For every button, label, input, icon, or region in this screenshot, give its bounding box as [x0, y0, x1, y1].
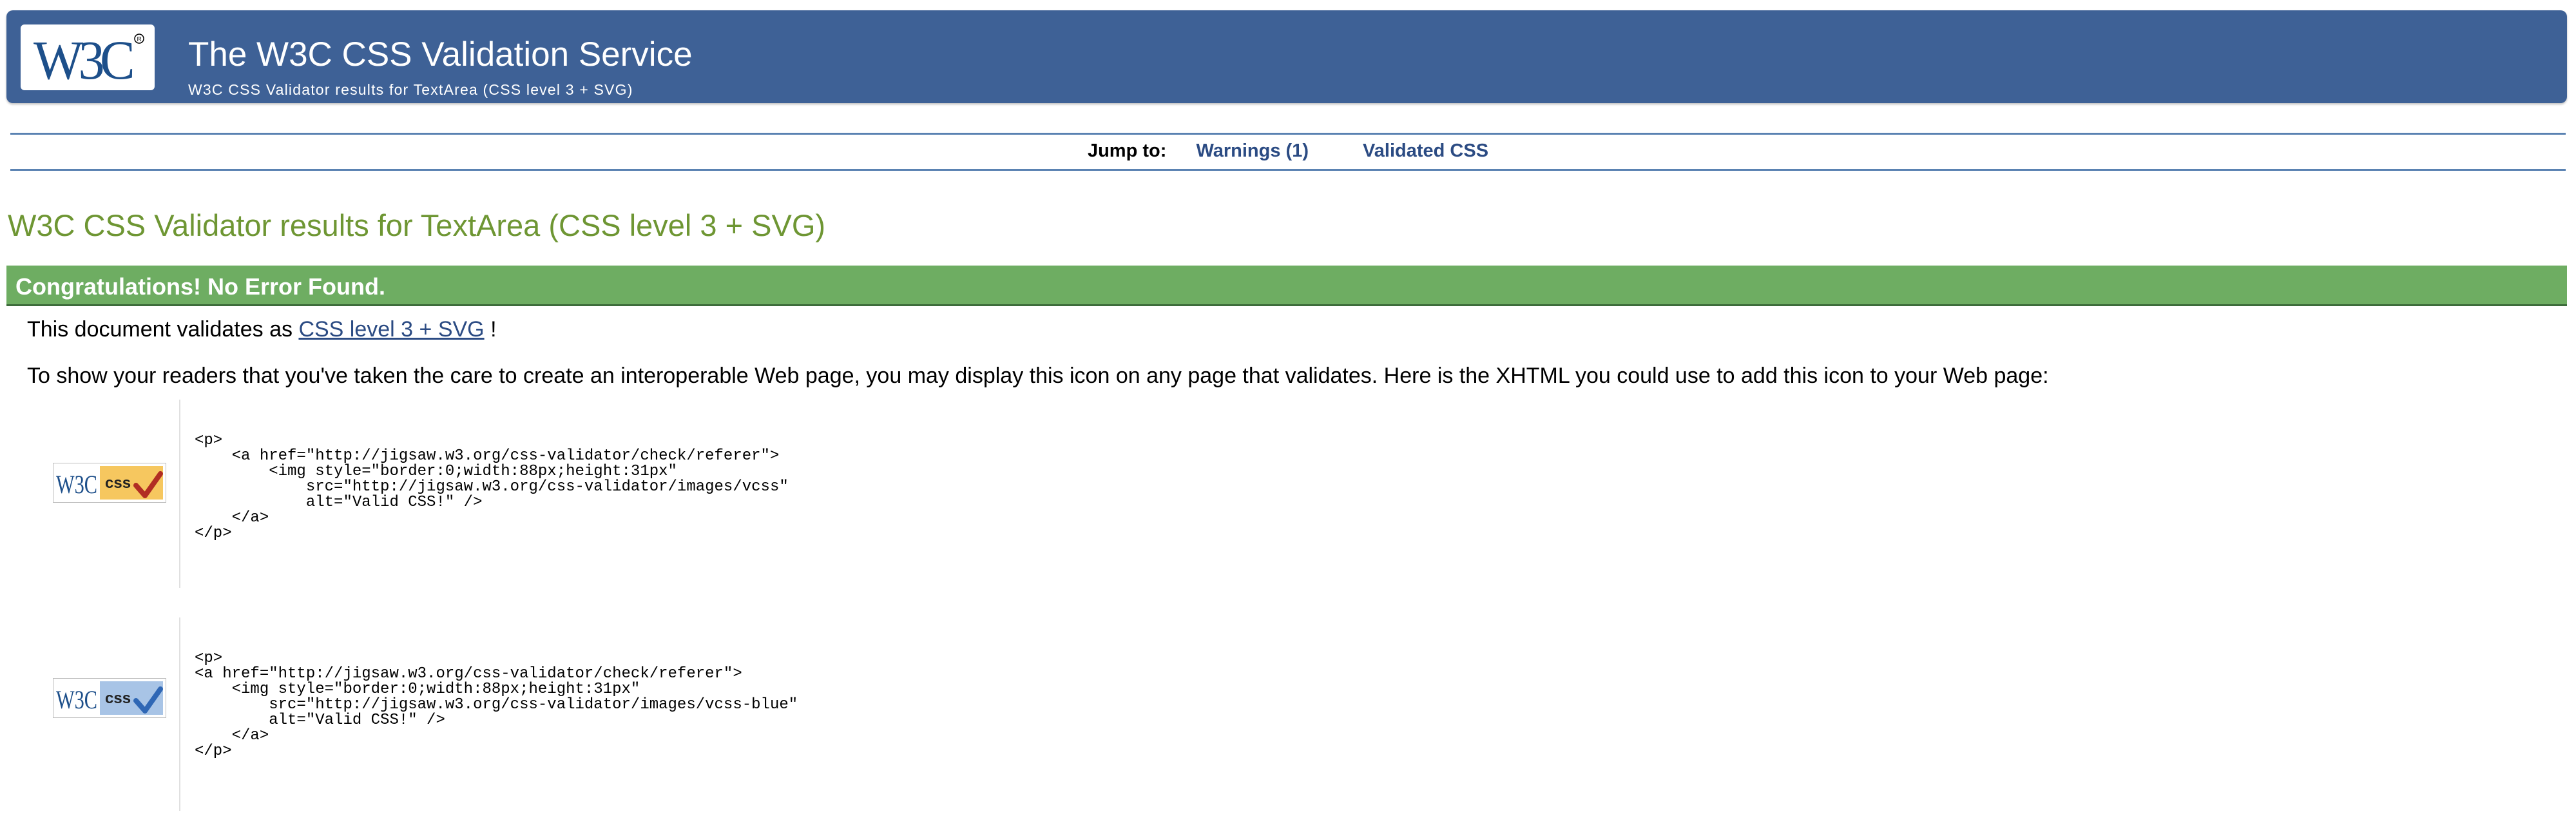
jump-link-warnings[interactable]: Warnings (1): [1196, 141, 1309, 161]
valid-css-badge-blue-icon: W3C css: [53, 678, 166, 718]
jump-link-validated-css[interactable]: Validated CSS: [1363, 141, 1488, 161]
badge-code-snippet: <p> <a href="http://jigsaw.w3.org/css-va…: [195, 650, 798, 760]
validator-page: W3C R The W3C CSS Validation Service W3C…: [0, 0, 2576, 816]
logo-text: W3C: [34, 29, 132, 90]
jumpbar-top-rule: [10, 133, 2566, 135]
badge-logo-text: W3C: [56, 470, 97, 499]
w3c-logo-link[interactable]: W3C R: [21, 24, 155, 90]
badge-logo-text: W3C: [56, 685, 97, 714]
congratulations-bar: Congratulations! No Error Found.: [6, 266, 2567, 306]
readers-paragraph: To show your readers that you've taken t…: [27, 364, 2049, 388]
jump-to-bar: Jump to: Warnings (1) Validated CSS: [0, 141, 2576, 164]
badge-css-text: css: [105, 474, 131, 492]
validates-suffix: !: [490, 317, 497, 342]
valid-css-badge-gold-icon: W3C css: [53, 463, 166, 503]
svg-text:R: R: [137, 36, 142, 43]
site-subtitle: W3C CSS Validator results for TextArea (…: [188, 81, 633, 98]
badge-css-text: css: [105, 690, 131, 707]
css-level-link[interactable]: CSS level 3 + SVG: [298, 317, 484, 342]
validates-paragraph: This document validates as CSS level 3 +…: [27, 317, 497, 342]
code-divider: [179, 400, 180, 588]
jump-to-label: Jump to:: [1087, 141, 1167, 161]
w3c-logo: W3C R: [34, 29, 144, 90]
validates-prefix: This document validates as: [27, 317, 293, 342]
jumpbar-bottom-rule: [10, 169, 2566, 171]
site-title: The W3C CSS Validation Service: [188, 35, 693, 73]
results-heading: W3C CSS Validator results for TextArea (…: [8, 208, 826, 242]
header-banner: W3C R The W3C CSS Validation Service W3C…: [6, 10, 2567, 103]
badge-code-snippet: <p> <a href="http://jigsaw.w3.org/css-va…: [195, 432, 789, 542]
congratulations-text: Congratulations! No Error Found.: [15, 273, 385, 300]
code-divider: [179, 617, 180, 811]
